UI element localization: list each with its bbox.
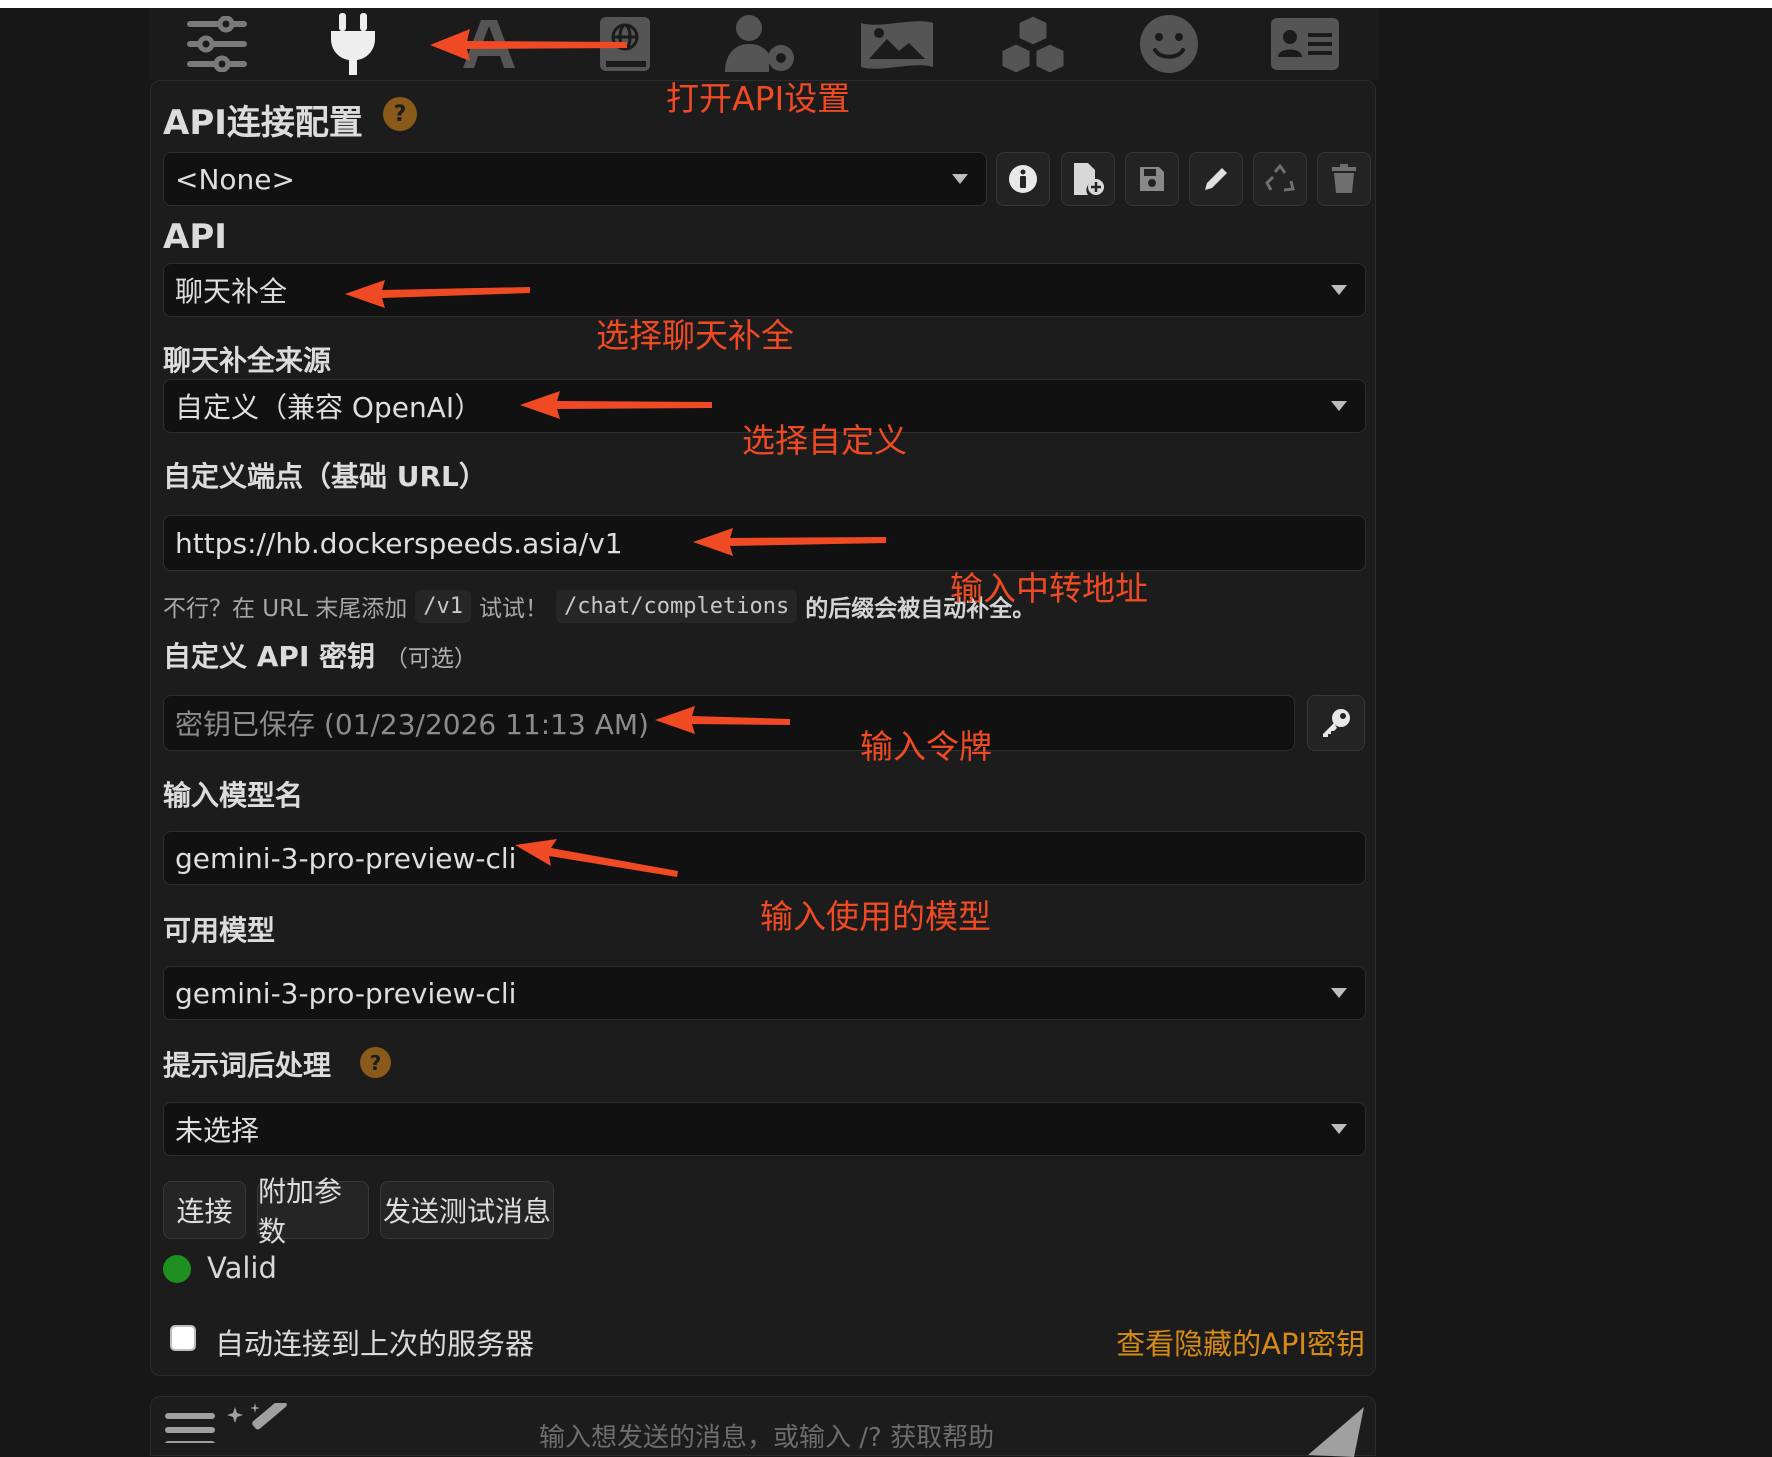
arrow-model	[515, 839, 678, 877]
arrow-token	[655, 706, 790, 734]
annotation-choose-custom: 选择自定义	[742, 421, 907, 460]
arrow-custom	[520, 391, 712, 419]
arrow-open-api	[430, 29, 627, 61]
arrow-chat-completion	[345, 280, 530, 308]
annotation-open-api: 打开API设置	[666, 79, 851, 118]
annotation-choose-chat: 选择聊天补全	[596, 316, 794, 355]
annotation-enter-proxy: 输入中转地址	[950, 569, 1148, 608]
arrow-endpoint	[693, 528, 886, 556]
annotation-enter-model: 输入使用的模型	[760, 897, 991, 936]
annotation-enter-token: 输入令牌	[860, 727, 992, 766]
